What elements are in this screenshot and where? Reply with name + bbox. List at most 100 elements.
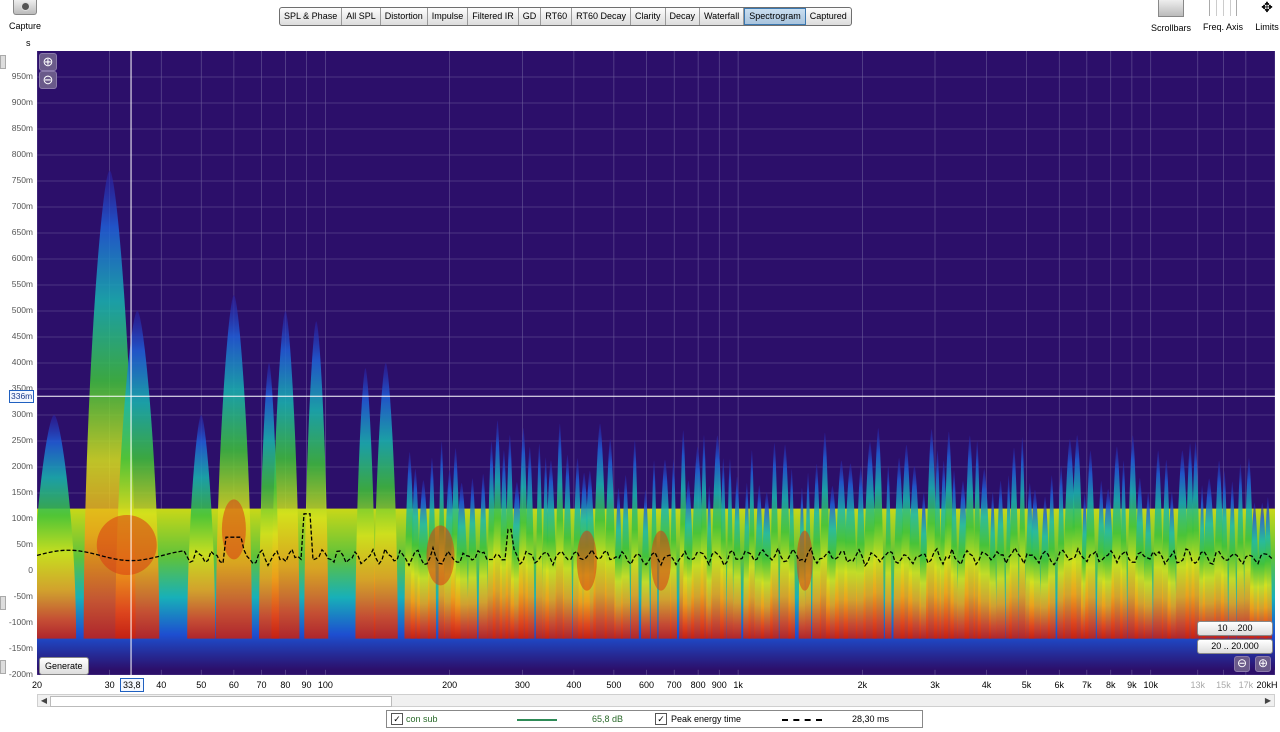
zoom-in-x-icon[interactable]: ⊕: [1255, 656, 1271, 672]
x-tick-label: 300: [514, 680, 530, 690]
zoom-in-icon[interactable]: ⊕: [39, 53, 57, 71]
scrollbars-toggle[interactable]: Scrollbars: [1148, 0, 1194, 33]
x-tick-label: 9k: [1127, 680, 1137, 690]
energy-comb-peak: [630, 440, 639, 639]
energy-comb-peak: [1191, 441, 1200, 639]
y-tick-label: 100m: [11, 513, 33, 523]
room-mode-peak: [215, 295, 252, 639]
energy-comb-peak: [1153, 450, 1164, 639]
energy-hotspot: [576, 530, 597, 591]
tab-decay[interactable]: Decay: [666, 8, 701, 25]
range-20-20000-button[interactable]: 20 .. 20.000: [1197, 639, 1273, 654]
tab-gd[interactable]: GD: [519, 8, 542, 25]
x-tick-label: 4k: [981, 680, 992, 690]
tab-waterfall[interactable]: Waterfall: [700, 8, 745, 25]
freq-axis-icon: [1209, 0, 1237, 16]
energy-comb-peak: [812, 464, 822, 639]
y-tick-label: -150m: [8, 643, 33, 653]
energy-comb-peak: [907, 465, 921, 639]
legend-checkbox-con-sub[interactable]: ✓: [391, 713, 403, 725]
zoom-out-icon[interactable]: ⊖: [39, 71, 57, 89]
tab-rt60[interactable]: RT60: [541, 8, 573, 25]
scrollbars-label: Scrollbars: [1150, 23, 1191, 33]
left-panel-stub-lower[interactable]: [0, 596, 6, 610]
energy-comb-peak: [562, 455, 573, 639]
x-tick-label: 70: [256, 680, 267, 690]
y-tick-label: 950m: [11, 71, 33, 81]
energy-comb-peak: [770, 442, 779, 639]
energy-comb-peak: [467, 478, 478, 639]
x-tick-label: 20: [31, 680, 43, 690]
left-panel-stub[interactable]: [0, 55, 6, 69]
energy-comb-peak: [977, 469, 991, 639]
zoom-out-x-icon[interactable]: ⊖: [1234, 656, 1250, 672]
y-tick-label: 600m: [11, 253, 33, 263]
y-tick-label: 550m: [11, 279, 33, 289]
range-10-200-button[interactable]: 10 .. 200: [1197, 621, 1273, 636]
tab-spl-phase[interactable]: SPL & Phase: [280, 8, 343, 25]
x-tick-label: 500: [606, 680, 622, 690]
spectrogram-energy: [37, 170, 1275, 670]
tab-all-spl[interactable]: All SPL: [342, 8, 381, 25]
y-tick-label: 0: [28, 565, 33, 575]
capture-label: Capture: [8, 21, 42, 31]
energy-comb-peak: [1009, 447, 1019, 639]
scroll-left-icon[interactable]: ◀: [38, 695, 50, 706]
y-axis-unit: s: [26, 38, 31, 48]
y-tick-label: 500m: [11, 305, 33, 315]
energy-comb-peak: [593, 423, 607, 639]
energy-comb-peak: [726, 458, 734, 639]
cursor-frequency-readout: 33,8: [120, 678, 144, 692]
y-tick-label: 150m: [11, 487, 33, 497]
legend-swatch-con-sub: [517, 719, 557, 721]
y-tick-label: 450m: [11, 331, 33, 341]
x-tick-label: 3k: [930, 680, 940, 690]
room-mode-peak: [259, 363, 280, 639]
y-tick-label: 900m: [11, 97, 33, 107]
spectrogram-plot[interactable]: ⊕ ⊖: [37, 51, 1275, 675]
x-tick-label: 17k: [1238, 680, 1254, 690]
limits-label: Limits: [1255, 22, 1279, 32]
horizontal-scrollbar[interactable]: ◀ ▶: [37, 694, 1275, 707]
legend-name: con sub: [406, 714, 438, 724]
x-tick-label: 15k: [1216, 680, 1231, 690]
x-tick-label: 80: [280, 680, 291, 690]
move-arrows-icon: ✥: [1261, 0, 1273, 15]
legend-swatch-peak-energy: [782, 719, 822, 721]
energy-comb-peak: [748, 450, 756, 639]
energy-comb-peak: [535, 443, 543, 639]
energy-comb-peak: [843, 463, 858, 639]
y-tick-label: 250m: [11, 435, 33, 445]
energy-hotspot: [221, 499, 246, 560]
room-mode-peak: [187, 415, 216, 639]
y-tick-label: -100m: [8, 617, 33, 627]
capture-button[interactable]: Capture: [0, 0, 50, 34]
room-mode-peak: [373, 363, 398, 639]
scroll-right-icon[interactable]: ▶: [1262, 695, 1274, 706]
tab-rt60-decay[interactable]: RT60 Decay: [572, 8, 631, 25]
energy-comb-peak: [478, 473, 488, 639]
legend-checkbox-peak-energy[interactable]: ✓: [655, 713, 667, 725]
left-panel-stub-bottom[interactable]: [0, 660, 6, 674]
y-tick-label: 50m: [16, 539, 33, 549]
legend-name: Peak energy time: [671, 714, 742, 724]
scrollbar-thumb[interactable]: [50, 696, 392, 707]
tab-spectrogram[interactable]: Spectrogram: [744, 8, 806, 25]
energy-hotspot: [650, 530, 671, 591]
limits-button[interactable]: ✥ Limits: [1252, 0, 1280, 32]
x-tick-label: 6k: [1054, 680, 1064, 690]
tab-captured[interactable]: Captured: [806, 8, 851, 25]
tab-distortion[interactable]: Distortion: [381, 8, 428, 25]
freq-axis-button[interactable]: Freq. Axis: [1200, 0, 1246, 32]
x-tick-label: 50: [196, 680, 207, 690]
tab-filtered-ir[interactable]: Filtered IR: [468, 8, 519, 25]
tab-impulse[interactable]: Impulse: [428, 8, 469, 25]
graph-tab-bar: SPL & Phase All SPL Distortion Impulse Filte…: [279, 7, 852, 26]
x-tick-label: 10k: [1143, 680, 1159, 690]
tab-clarity[interactable]: Clarity: [631, 8, 666, 25]
x-tick-label: 400: [566, 680, 582, 690]
x-tick-label: 700: [666, 680, 682, 690]
y-tick-label: 700m: [11, 201, 33, 211]
generate-button[interactable]: Generate: [39, 657, 89, 675]
energy-comb-peak: [525, 446, 535, 639]
